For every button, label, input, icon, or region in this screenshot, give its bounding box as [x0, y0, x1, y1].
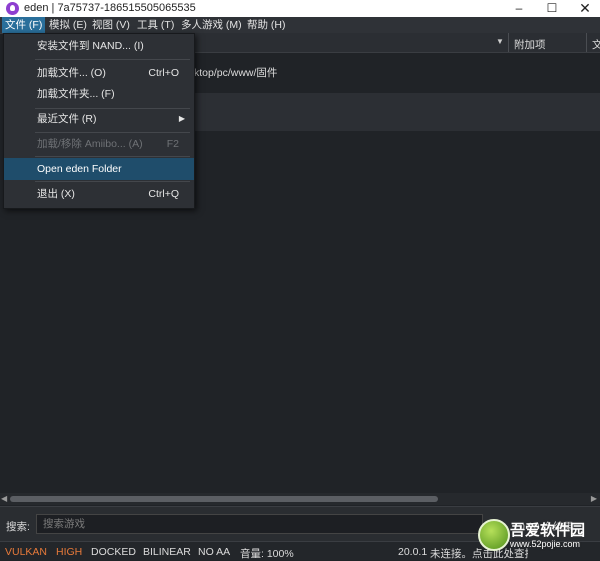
- horizontal-scrollbar[interactable]: ◀ ▶: [0, 493, 600, 505]
- column-divider[interactable]: [508, 33, 509, 52]
- sort-arrow-icon[interactable]: ▼: [496, 37, 504, 46]
- menu-emulation[interactable]: 模拟 (E): [49, 17, 87, 33]
- search-label: 搜索:: [6, 521, 30, 533]
- minimize-button[interactable]: –: [504, 0, 534, 17]
- watermark-url: www.52pojie.com: [510, 539, 581, 549]
- status-renderer[interactable]: VULKAN: [5, 546, 47, 558]
- column-header-addons[interactable]: 附加项: [514, 37, 546, 52]
- menu-item-recent-files[interactable]: 最近文件 (R) ▶: [4, 108, 194, 130]
- menu-item-load-file[interactable]: 加载文件... (O) Ctrl+O: [4, 62, 194, 84]
- menu-view[interactable]: 视图 (V): [92, 17, 130, 33]
- menu-item-load-amiibo: 加载/移除 Amiibo... (A) F2: [4, 133, 194, 155]
- menu-item-exit[interactable]: 退出 (X) Ctrl+Q: [4, 183, 194, 205]
- title-bar: eden | 7a75737-186515505065535 – ☐ ✕: [0, 0, 600, 17]
- window-title: eden | 7a75737-186515505065535: [24, 2, 196, 14]
- game-list-header: ▼ 附加项 文: [194, 33, 600, 53]
- menu-bar: 文件 (F) 模拟 (E) 视图 (V) 工具 (T) 多人游戏 (M) 帮助 …: [0, 17, 600, 34]
- status-filter[interactable]: BILINEAR: [143, 546, 191, 558]
- column-header-file[interactable]: 文: [592, 37, 600, 52]
- shortcut-label: Ctrl+Q: [148, 188, 179, 200]
- submenu-arrow-icon: ▶: [178, 114, 185, 123]
- menu-item-open-eden-folder[interactable]: Open eden Folder: [4, 158, 194, 180]
- scroll-right-icon[interactable]: ▶: [591, 494, 597, 503]
- status-gpu-accuracy[interactable]: HIGH: [56, 546, 82, 558]
- shortcut-label: F2: [166, 138, 179, 150]
- eden-app-icon: [6, 2, 19, 15]
- menu-item-install-to-nand[interactable]: 安装文件到 NAND... (I): [4, 35, 194, 57]
- search-input[interactable]: [36, 514, 483, 534]
- watermark-badge-icon: [478, 519, 510, 551]
- menu-multiplayer[interactable]: 多人游戏 (M): [181, 17, 242, 33]
- scrollbar-thumb[interactable]: [10, 496, 438, 502]
- watermark-name: 吾爱软件园: [510, 522, 586, 539]
- close-button[interactable]: ✕: [570, 0, 600, 17]
- watermark-logo: 吾爱软件园 www.52pojie.com: [470, 515, 598, 557]
- scroll-left-icon[interactable]: ◀: [1, 494, 7, 503]
- maximize-button[interactable]: ☐: [537, 0, 567, 17]
- status-version: 20.0.1: [398, 546, 428, 558]
- status-dock-mode[interactable]: DOCKED: [91, 546, 136, 558]
- menu-file[interactable]: 文件 (F): [2, 17, 46, 33]
- status-anti-aliasing[interactable]: NO AA: [198, 546, 230, 558]
- shortcut-label: Ctrl+O: [148, 67, 179, 79]
- menu-help[interactable]: 帮助 (H): [247, 17, 286, 33]
- menu-tools[interactable]: 工具 (T): [137, 17, 174, 33]
- column-divider[interactable]: [586, 33, 587, 52]
- menu-separator: [35, 59, 190, 60]
- menu-item-load-folder[interactable]: 加载文件夹... (F): [4, 83, 194, 105]
- game-directory-path[interactable]: ktop/pc/www/固件: [194, 65, 277, 80]
- list-item[interactable]: [194, 93, 600, 131]
- file-menu-dropdown: 安装文件到 NAND... (I) 加载文件... (O) Ctrl+O 加载文…: [3, 33, 195, 209]
- menu-separator: [35, 156, 190, 157]
- menu-separator: [35, 181, 190, 182]
